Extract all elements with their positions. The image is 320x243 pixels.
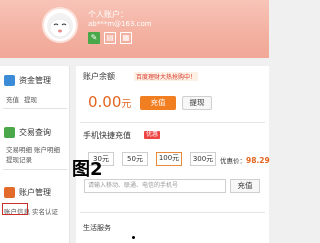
price-value: 98.29 xyxy=(246,156,270,165)
account-label: 个人账户： xyxy=(88,10,128,19)
promo-badge: 优惠 xyxy=(144,131,161,139)
avatar[interactable] xyxy=(42,7,78,43)
sidebar-link-recharge[interactable]: 充值 xyxy=(6,94,19,104)
sidebar-divider xyxy=(3,169,67,170)
amount-option-50[interactable]: 50元 xyxy=(122,152,148,166)
sidebar-link-withdraw-records[interactable]: 提现记录 xyxy=(6,154,32,164)
main-panel: 账户余额 百度理财大热抢购中！ 0.00元 充值 提现 手机快捷充值 优惠 30… xyxy=(76,66,270,243)
phone-recharge-button[interactable]: 充值 xyxy=(230,179,260,193)
account-email: ab***m@163.com xyxy=(88,20,152,28)
section-divider xyxy=(80,122,265,123)
grid-icon[interactable]: ▦ xyxy=(120,32,132,44)
amount-option-300[interactable]: 300元 xyxy=(190,152,216,166)
price-label: 优惠价： xyxy=(220,157,246,165)
balance-title: 账户余额 xyxy=(83,72,115,81)
promo-banner[interactable]: 百度理财大热抢购中！ xyxy=(134,72,199,81)
balance-amount: 0.00元 xyxy=(88,93,131,111)
account-info-highlight xyxy=(2,203,28,215)
balance-value: 0.00 xyxy=(88,93,122,111)
user-icon xyxy=(4,187,15,198)
fast-recharge-title: 手机快捷充值 xyxy=(83,131,131,140)
sidebar-section-funds[interactable]: 资金管理 xyxy=(0,72,70,90)
phone-number-input[interactable]: 请输入移动、联通、电信的手机号 xyxy=(84,179,226,193)
sidebar-link-withdraw[interactable]: 提现 xyxy=(24,94,37,104)
section-divider xyxy=(80,212,265,213)
sidebar-link-trade-details[interactable]: 交易明细 xyxy=(6,144,32,154)
sidebar-link-account-details[interactable]: 账户明细 xyxy=(34,144,60,154)
amount-option-100[interactable]: 100元 xyxy=(156,152,182,166)
sidebar-title-transactions: 交易查询 xyxy=(19,128,51,137)
sidebar-section-transactions[interactable]: 交易查询 xyxy=(0,124,70,142)
balance-unit: 元 xyxy=(121,99,132,110)
recharge-button[interactable]: 充值 xyxy=(140,96,176,110)
sidebar-divider xyxy=(3,108,67,109)
sidebar-title-account: 账户管理 xyxy=(19,188,51,197)
figure-label: 图2 xyxy=(72,159,103,180)
profile-header: 个人账户： ab***m@163.com ✎ ▤ ▦ xyxy=(0,0,269,58)
sidebar-section-account[interactable]: 账户管理 xyxy=(0,184,70,202)
sidebar: 资金管理 充值 提现 交易查询 交易明细 账户明细 提现记录 账户管理 账户信息… xyxy=(0,66,70,243)
discount-price: 优惠价：98.29 xyxy=(220,155,270,165)
sidebar-link-verification[interactable]: 实名认证 xyxy=(32,206,58,216)
avatar-face-icon xyxy=(47,13,73,39)
document-icon[interactable]: ▤ xyxy=(104,32,116,44)
sidebar-title-funds: 资金管理 xyxy=(19,76,51,85)
withdraw-button[interactable]: 提现 xyxy=(182,96,212,110)
life-services-title: 生活服务 xyxy=(83,224,111,232)
page-dot xyxy=(132,236,135,239)
edit-icon[interactable]: ✎ xyxy=(88,32,100,44)
search-icon xyxy=(4,127,15,138)
wallet-icon xyxy=(4,75,15,86)
